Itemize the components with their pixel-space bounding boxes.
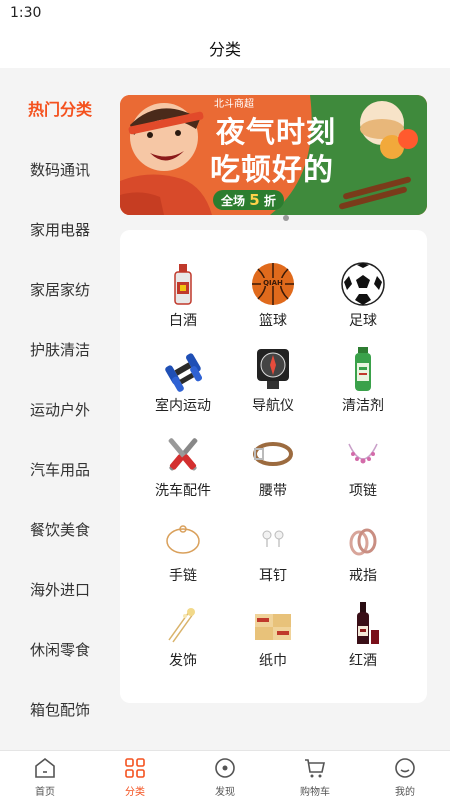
- bottom-tab-bar: 首页 分类 发现 购物车 我的: [0, 750, 450, 800]
- sidebar-item-home-textiles[interactable]: 家居家纺: [0, 260, 120, 320]
- tissue-icon: [255, 614, 291, 640]
- banner-brand: 北斗商超: [214, 99, 254, 110]
- status-time: 1:30: [10, 5, 42, 21]
- profile-icon: [395, 758, 415, 778]
- promo-banner[interactable]: 北斗商超 夜气时刻 吃顿好的 全场 5 折: [120, 95, 427, 215]
- necklace-icon: [348, 443, 378, 464]
- category-item-car-wash[interactable]: 洗车配件: [138, 430, 228, 510]
- sidebar-item-auto[interactable]: 汽车用品: [0, 440, 120, 500]
- tab-label: 分类: [125, 787, 145, 798]
- category-label: 足球: [349, 313, 377, 329]
- category-label: 戒指: [349, 568, 377, 584]
- badge-number: 5: [249, 191, 260, 209]
- tab-label: 首页: [35, 787, 55, 798]
- category-label: 洗车配件: [155, 483, 211, 499]
- tab-label: 购物车: [300, 787, 330, 798]
- badge-prefix: 全场: [221, 194, 246, 208]
- tab-category[interactable]: 分类: [90, 751, 180, 800]
- carousel-indicator[interactable]: [283, 215, 289, 221]
- soccer-ball-icon: [341, 262, 385, 306]
- sidebar-item-digital[interactable]: 数码通讯: [0, 140, 120, 200]
- category-label: 手链: [169, 568, 197, 584]
- status-bar: 1:30: [0, 0, 450, 26]
- discover-icon: [215, 758, 235, 778]
- category-label: 发饰: [169, 653, 197, 669]
- sidebar-item-food[interactable]: 餐饮美食: [0, 500, 120, 560]
- category-item-tissue[interactable]: 纸巾: [228, 600, 318, 680]
- dumbbell-icon: [165, 353, 203, 392]
- category-icon: [125, 758, 145, 778]
- category-label: 白酒: [169, 313, 197, 329]
- category-label: 腰带: [259, 483, 287, 499]
- category-label: 室内运动: [155, 398, 211, 414]
- baijiu-bottle-icon: [174, 264, 192, 305]
- wrench-icon: [168, 438, 198, 471]
- category-item-belt[interactable]: 腰带: [228, 430, 318, 510]
- tab-profile[interactable]: 我的: [360, 751, 450, 800]
- banner-headline-2: 吃顿好的: [210, 153, 334, 188]
- svg-text:QIAH: QIAH: [263, 279, 283, 287]
- category-item-ring[interactable]: 戒指: [318, 515, 408, 595]
- sidebar-item-skincare[interactable]: 护肤清洁: [0, 320, 120, 380]
- spray-can-icon: [355, 347, 371, 391]
- category-item-bracelet[interactable]: 手链: [138, 515, 228, 595]
- tab-discover[interactable]: 发现: [180, 751, 270, 800]
- category-label: 耳钉: [259, 568, 287, 584]
- basketball-icon: QIAH: [252, 263, 294, 305]
- belt-icon: [253, 442, 293, 466]
- home-icon: [35, 757, 55, 778]
- category-item-basketball[interactable]: QIAH 篮球: [228, 260, 318, 340]
- discount-badge: 全场 5 折: [213, 190, 284, 210]
- sidebar-item-outdoor[interactable]: 运动户外: [0, 380, 120, 440]
- category-item-indoor-sports[interactable]: 室内运动: [138, 345, 228, 425]
- hairpin-icon: [168, 608, 195, 643]
- earring-icon: [262, 530, 284, 547]
- page-title: 分类: [208, 40, 241, 59]
- ring-icon: [349, 528, 377, 556]
- cart-icon: [305, 759, 325, 778]
- bracelet-icon: [166, 525, 200, 554]
- category-label: 纸巾: [259, 653, 287, 669]
- category-item-hair-accessories[interactable]: 发饰: [138, 600, 228, 680]
- red-wine-icon: [357, 602, 379, 644]
- category-item-red-wine[interactable]: 红酒: [318, 600, 408, 680]
- category-item-baijiu[interactable]: 白酒: [138, 260, 228, 340]
- tab-cart[interactable]: 购物车: [270, 751, 360, 800]
- badge-suffix: 折: [263, 194, 276, 208]
- tab-home[interactable]: 首页: [0, 751, 90, 800]
- category-label: 篮球: [259, 313, 287, 329]
- category-label: 项链: [349, 483, 377, 499]
- sidebar-item-snacks[interactable]: 休闲零食: [0, 620, 120, 680]
- category-item-cleaner[interactable]: 清洁剂: [318, 345, 408, 425]
- sidebar-item-hot[interactable]: 热门分类: [0, 80, 120, 140]
- header: 分类: [0, 26, 450, 68]
- tab-label: 发现: [215, 787, 235, 798]
- category-label: 导航仪: [252, 398, 294, 414]
- category-content: 北斗商超 夜气时刻 吃顿好的 全场 5 折 白酒 QIAH 篮球 足球 室内运动…: [120, 68, 450, 750]
- sidebar-item-imports[interactable]: 海外进口: [0, 560, 120, 620]
- category-label: 清洁剂: [342, 398, 384, 414]
- sidebar-item-appliances[interactable]: 家用电器: [0, 200, 120, 260]
- category-grid: 白酒 QIAH 篮球 足球 室内运动 导航仪 清洁剂 洗车配件 腰带 项链 手链…: [120, 230, 427, 703]
- category-item-necklace[interactable]: 项链: [318, 430, 408, 510]
- sidebar-item-bags[interactable]: 箱包配饰: [0, 680, 120, 740]
- category-label: 红酒: [349, 653, 377, 669]
- category-item-navigator[interactable]: 导航仪: [228, 345, 318, 425]
- compass-icon: [257, 349, 289, 389]
- category-sidebar: 热门分类 数码通讯 家用电器 家居家纺 护肤清洁 运动户外 汽车用品 餐饮美食 …: [0, 68, 120, 750]
- tab-label: 我的: [395, 787, 415, 798]
- category-item-earrings[interactable]: 耳钉: [228, 515, 318, 595]
- category-item-soccer[interactable]: 足球: [318, 260, 408, 340]
